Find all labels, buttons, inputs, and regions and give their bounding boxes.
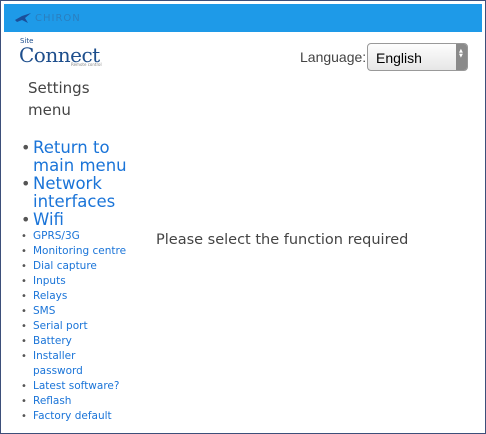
chevron-up-down-icon: ▲ ▼ [459,48,463,59]
sms-link[interactable]: SMS [33,305,55,317]
network-interfaces-link[interactable]: Network interfaces [33,174,115,211]
menu-item-network: Network interfaces [21,175,143,211]
top-bar: CHIRON [4,4,482,32]
settings-menu: Return to main menu Network interfaces W… [21,139,153,425]
serial-port-link[interactable]: Serial port [33,320,88,332]
reflash-link[interactable]: Reflash [33,395,71,407]
factory-default-link[interactable]: Factory default [33,410,112,422]
gprs-3g-link[interactable]: GPRS/3G [33,230,80,242]
monitoring-centre-link[interactable]: Monitoring centre [33,245,126,257]
language-dropdown-arrow[interactable]: ▲ ▼ [456,44,467,70]
menu-item-serial-port: Serial port [21,319,153,334]
settings-menu-title: Settings menu [28,79,90,119]
menu-item-latest-software: Latest software? [21,379,153,394]
language-label: Language: [300,49,367,65]
menu-item-dial-capture: Dial capture [21,259,153,274]
menu-item-relays: Relays [21,289,153,304]
inputs-link[interactable]: Inputs [33,275,66,287]
latest-software-link[interactable]: Latest software? [33,380,119,392]
wifi-link[interactable]: Wifi [33,210,64,229]
language-selected-value: English [376,50,422,66]
dial-capture-link[interactable]: Dial capture [33,260,97,272]
siteconnect-logo: Site Connect Remote control [19,37,109,67]
brand: CHIRON [14,12,81,24]
menu-item-battery: Battery [21,334,153,349]
language-select[interactable]: English ▲ ▼ [367,43,468,71]
menu-item-installer-password: Installer password [21,349,113,379]
chiron-bird-icon [15,13,31,23]
brand-name: CHIRON [35,12,81,24]
menu-item-monitoring: Monitoring centre [21,244,153,259]
instruction-text: Please select the function required [156,232,409,248]
menu-item-reflash: Reflash [21,394,153,409]
page-frame: CHIRON Site Connect Remote control Langu… [0,0,486,434]
installer-password-link[interactable]: Installer password [33,350,83,377]
menu-item-factory-default: Factory default [21,409,153,424]
menu-item-sms: SMS [21,304,153,319]
return-to-main-menu-link[interactable]: Return to main menu [33,138,127,175]
relays-link[interactable]: Relays [33,290,67,302]
logo-tagline: Remote control [71,62,102,67]
menu-item-inputs: Inputs [21,274,153,289]
battery-link[interactable]: Battery [33,335,72,347]
menu-item-return: Return to main menu [21,139,143,175]
menu-item-gprs: GPRS/3G [21,229,153,244]
menu-item-wifi: Wifi [21,210,143,230]
